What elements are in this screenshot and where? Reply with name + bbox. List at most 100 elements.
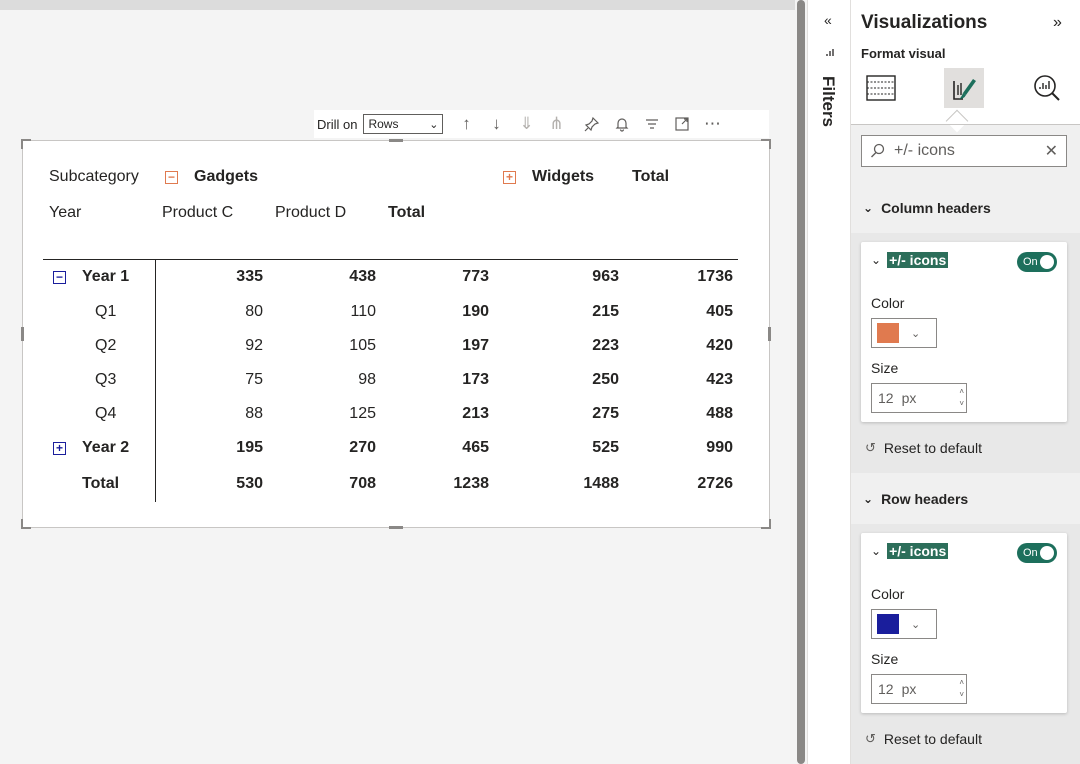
value-cell: 420 [706, 337, 733, 354]
resize-handle-top[interactable] [389, 139, 403, 142]
reset-icon: ↺ [865, 731, 876, 746]
canvas-scrollbar[interactable] [795, 0, 807, 764]
header-border [851, 124, 1080, 125]
clear-search-icon[interactable]: ✕ [1045, 141, 1058, 161]
column-icons-toggle[interactable]: On [1017, 252, 1057, 272]
format-visual-tab[interactable] [944, 68, 984, 108]
filters-label[interactable]: Filters [818, 76, 838, 127]
column-icons-label: +/- icons [887, 252, 949, 268]
column-headers-section[interactable]: ⌄ Column headers [863, 200, 991, 216]
row-icons-toggle[interactable]: On [1017, 543, 1057, 563]
row-header[interactable]: + Year 2 [53, 439, 129, 457]
resize-handle-right[interactable] [768, 327, 771, 341]
row-headers-section[interactable]: ⌄ Row headers [863, 491, 968, 507]
row-header-divider [155, 259, 156, 502]
gadgets-total-header: Total [388, 204, 426, 221]
column-size-stepper[interactable]: 12 px ˄ ˅ [871, 383, 967, 413]
resize-handle-left[interactable] [21, 327, 24, 341]
arrow-up-icon[interactable]: ↑ [451, 110, 481, 138]
more-options-icon[interactable]: ⋯ [697, 110, 727, 138]
chevron-down-icon: ⌄ [911, 618, 921, 631]
bell-icon[interactable] [607, 110, 637, 138]
row-header: Q1 [95, 303, 116, 321]
value-cell: 110 [350, 303, 376, 320]
collapse-filters-icon[interactable]: « [824, 12, 832, 28]
row-header: Q4 [95, 405, 116, 423]
pin-icon[interactable] [577, 110, 607, 138]
arrow-down-icon[interactable]: ↓ [481, 110, 511, 138]
year-header: Year [49, 204, 82, 221]
collapse-row-icon[interactable]: − [53, 270, 66, 284]
row-size-stepper[interactable]: 12 px ˄ ˅ [871, 674, 967, 704]
column-color-label: Color [871, 295, 905, 311]
value-cell: 195 [236, 439, 263, 456]
value-cell: 125 [349, 405, 376, 422]
filter-icon[interactable] [637, 110, 667, 138]
subcategory-header: Subcategory [49, 168, 139, 185]
value-cell: 423 [706, 371, 733, 388]
column-reset-button[interactable]: ↺ Reset to default [865, 440, 982, 456]
filters-pane[interactable]: « Filters [807, 0, 850, 764]
value-cell: 223 [592, 337, 619, 354]
size-unit: px [901, 390, 917, 406]
value-cell: 1736 [697, 268, 733, 285]
spin-arrows-icon[interactable]: ˄ ˅ [959, 677, 964, 701]
double-arrow-down-icon[interactable]: ⇓ [511, 110, 541, 138]
value-cell: 773 [462, 268, 489, 285]
row-size-label: Size [871, 651, 899, 667]
value-cell: 190 [462, 303, 489, 320]
header-divider [43, 259, 738, 260]
value-cell: 105 [349, 337, 376, 354]
build-visual-tab[interactable] [861, 68, 901, 108]
search-input[interactable] [894, 142, 1034, 160]
drill-on-select[interactable]: Rows ⌄ [363, 114, 444, 134]
expand-row-icon[interactable]: + [53, 441, 66, 455]
resize-corner-bl[interactable] [21, 519, 31, 529]
column-icons-title[interactable]: ⌄ +/- icons [871, 252, 949, 268]
size-value: 12 [878, 390, 894, 406]
resize-handle-bottom[interactable] [389, 526, 403, 529]
analytics-tab[interactable] [1027, 68, 1067, 108]
spin-arrows-icon[interactable]: ˄ ˅ [959, 386, 964, 410]
expand-column-icon[interactable]: + [503, 170, 516, 184]
row-icons-title[interactable]: ⌄ +/- icons [871, 543, 949, 559]
widgets-header[interactable]: + Widgets [503, 168, 594, 186]
scrollbar-thumb[interactable] [797, 0, 805, 764]
row-color-label: Color [871, 586, 905, 602]
row-header-label: Q4 [95, 405, 117, 422]
value-cell: 173 [462, 371, 489, 388]
collapse-column-icon[interactable]: − [165, 170, 178, 184]
widgets-label: Widgets [532, 168, 595, 185]
format-search-box[interactable]: ✕ [861, 135, 1067, 167]
matrix-visual[interactable]: Subcategory − Gadgets + Widgets Total Ye… [21, 139, 771, 529]
column-color-picker[interactable]: ⌄ [871, 318, 937, 348]
toggle-state: On [1023, 547, 1038, 559]
toggle-state: On [1023, 256, 1038, 268]
expand-hierarchy-icon[interactable]: ⋔ [541, 110, 571, 138]
focus-mode-icon[interactable] [667, 110, 697, 138]
gadgets-header[interactable]: − Gadgets [165, 168, 258, 186]
row-reset-button[interactable]: ↺ Reset to default [865, 731, 982, 747]
value-cell: 80 [245, 303, 263, 320]
product-c-header: Product C [162, 204, 234, 221]
chevron-down-icon: ⌄ [863, 201, 874, 215]
row-header: Q3 [95, 371, 116, 389]
gadgets-label: Gadgets [194, 168, 259, 185]
value-cell: 335 [236, 268, 263, 285]
reset-label: Reset to default [883, 440, 982, 456]
value-cell: 708 [349, 475, 376, 492]
resize-corner-tr[interactable] [761, 139, 771, 149]
analytics-magnifier-icon [1034, 75, 1060, 101]
value-cell: 275 [592, 405, 619, 422]
resize-corner-tl[interactable] [21, 139, 31, 149]
toggle-knob [1040, 255, 1054, 269]
row-header: Q2 [95, 337, 116, 355]
paintbrush-icon [953, 79, 976, 100]
row-header[interactable]: − Year 1 [53, 268, 129, 286]
tab-pointer [945, 109, 969, 133]
color-swatch [877, 323, 899, 343]
value-cell: 75 [245, 371, 263, 388]
expand-pane-icon[interactable]: » [1053, 14, 1062, 32]
resize-corner-br[interactable] [761, 519, 771, 529]
row-color-picker[interactable]: ⌄ [871, 609, 937, 639]
